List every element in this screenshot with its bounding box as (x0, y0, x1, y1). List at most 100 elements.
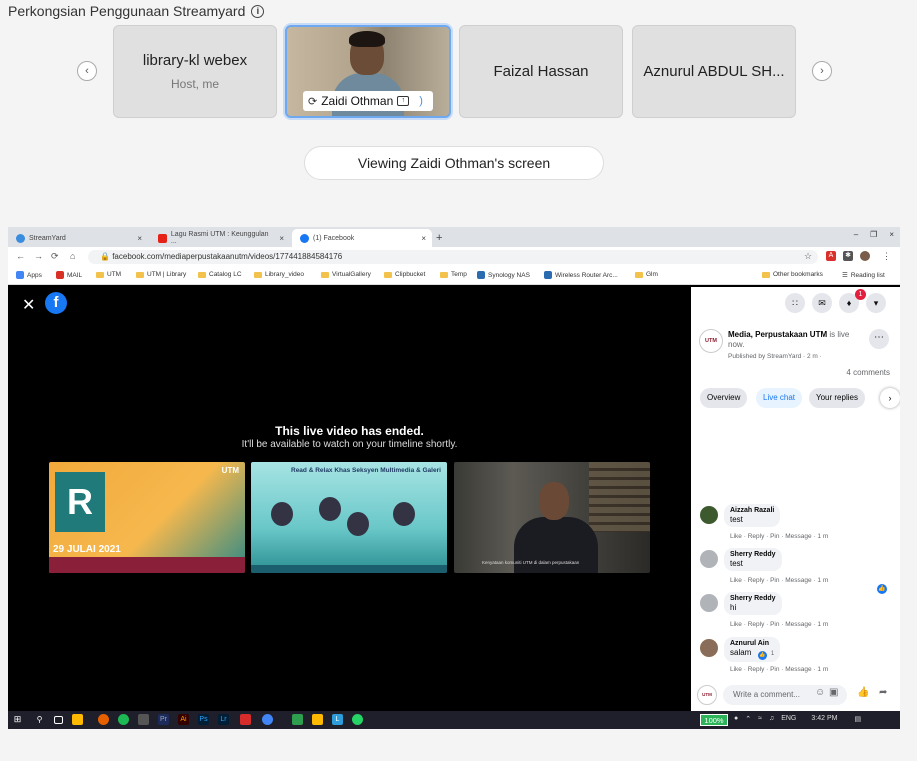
clock[interactable]: 3:42 PM (811, 715, 837, 723)
comment-actions[interactable]: Like · Reply · Pin · Message · 1 m (730, 621, 828, 628)
close-icon[interactable]: × (421, 234, 426, 243)
tab-your-replies[interactable]: Your replies (809, 388, 865, 408)
thumbnail-date: 29 JULAI 2021 (53, 544, 121, 555)
bookmark-utm[interactable]: UTM (96, 271, 121, 278)
comment-count[interactable]: 4 comments (846, 368, 890, 377)
profile-avatar[interactable] (860, 251, 870, 261)
video-thumbnail-2[interactable]: Read & Relax Khas Seksyen Multimedia & G… (251, 462, 447, 573)
sticker-icon[interactable]: ▣ (829, 687, 838, 698)
participant-tile-aznurul[interactable]: Aznurul ABDUL SH... (632, 25, 796, 118)
video-thumbnail-3[interactable]: Kenyataan komuniti UTM di dalam perpusta… (454, 462, 650, 573)
close-window-icon[interactable]: × (889, 230, 894, 239)
chevron-up-icon[interactable]: ⌃ (745, 715, 751, 723)
like-icon[interactable]: 👍 (857, 687, 869, 698)
comment-author[interactable]: Aizzah Razali (730, 507, 774, 514)
tab-streamyard[interactable]: StreamYard × (8, 229, 148, 247)
avatar[interactable] (700, 550, 718, 568)
premiere-icon[interactable]: Pr (158, 714, 169, 725)
tab-facebook[interactable]: (1) Facebook × (292, 229, 432, 247)
bookmark-other[interactable]: Other bookmarks (762, 271, 823, 278)
emoji-icon[interactable]: ☺ (815, 687, 825, 698)
chrome-icon[interactable] (262, 714, 273, 725)
lightroom-icon[interactable]: Lr (218, 714, 229, 725)
close-icon[interactable]: × (279, 234, 284, 243)
bookmark-clipbucket[interactable]: Clipbucket (384, 271, 425, 278)
volume-icon[interactable]: ♫ (769, 715, 774, 723)
tab-overview[interactable]: Overview (700, 388, 748, 408)
participant-tile-faizal[interactable]: Faizal Hassan (459, 25, 623, 118)
spotify-icon[interactable] (118, 714, 129, 725)
comment-actions[interactable]: Like · Reply · Pin · Message · 1 m (730, 577, 828, 584)
bookmark-utm-library[interactable]: UTM | Library (136, 271, 186, 278)
avatar[interactable] (700, 506, 718, 524)
star-icon[interactable]: ☆ (804, 251, 812, 262)
page-avatar[interactable]: UTM (699, 329, 723, 353)
avatar[interactable] (700, 594, 718, 612)
bookmark-apps[interactable]: Apps (16, 271, 42, 279)
bookmark-glm[interactable]: Glm (635, 271, 658, 278)
minimize-icon[interactable]: – (854, 230, 858, 239)
bookmark-synology[interactable]: Synology NAS (477, 271, 530, 279)
bookmark-wireless-router[interactable]: Wireless Router Arc... (544, 271, 618, 279)
whatsapp-icon[interactable] (352, 714, 363, 725)
more-options-icon[interactable]: ⋯ (869, 329, 889, 349)
participant-tile-host[interactable]: library-kl webex Host, me (113, 25, 277, 118)
address-bar[interactable]: 🔒 facebook.com/mediaperpustakaanutm/vide… (88, 250, 818, 264)
bookmark-virtualgallery[interactable]: VirtualGallery (321, 271, 371, 278)
like-icon[interactable]: 👍 (877, 584, 887, 594)
menu-grid-icon[interactable]: ∷ (785, 293, 805, 313)
menu-dots-icon[interactable]: ⋮ (882, 251, 891, 262)
bookmark-reading-list[interactable]: ☰ Reading list (842, 271, 885, 280)
windows-start-icon[interactable]: ⊞ (12, 714, 23, 725)
share-icon[interactable]: ➦ (879, 687, 887, 698)
video-thumbnail-1[interactable]: R UTM 29 JULAI 2021 (49, 462, 245, 573)
home-icon[interactable]: ⌂ (70, 251, 75, 261)
photoshop-icon[interactable]: Ps (198, 714, 209, 725)
app-l-icon[interactable]: L (332, 714, 343, 725)
close-icon[interactable]: × (137, 234, 142, 243)
zoom-level[interactable]: 100% (700, 714, 728, 726)
extensions-icon[interactable]: ✱ (843, 251, 853, 261)
firefox-icon[interactable] (98, 714, 109, 725)
reload-icon[interactable]: ⟳ (51, 251, 59, 262)
mic-icon[interactable]: ● (734, 715, 738, 723)
bookmark-library-video[interactable]: Library_video (254, 271, 304, 278)
back-icon[interactable]: ← (16, 251, 25, 261)
chevron-left-icon[interactable]: ‹ (77, 61, 97, 81)
new-tab-button[interactable]: + (434, 229, 450, 247)
comment-author[interactable]: Aznurul Ain (730, 640, 774, 647)
account-dropdown-icon[interactable]: ▾ (866, 293, 886, 313)
maximize-icon[interactable]: ❐ (870, 230, 877, 239)
comment-actions[interactable]: Like · Reply · Pin · Message · 1 m (730, 533, 828, 540)
comment-author[interactable]: Sherry Reddy (730, 551, 776, 558)
pdf-extension-icon[interactable]: A (826, 251, 836, 261)
task-view-icon[interactable] (54, 716, 63, 724)
bookmark-mail[interactable]: MAIL (56, 271, 82, 279)
tab-live-chat[interactable]: Live chat (756, 388, 803, 408)
media-icon[interactable] (240, 714, 251, 725)
info-icon[interactable]: i (251, 4, 265, 18)
comment-actions[interactable]: Like · Reply · Pin · Message · 1 m (730, 666, 828, 673)
language-indicator[interactable]: ENG (781, 715, 796, 723)
close-icon[interactable]: ✕ (22, 295, 35, 315)
excel-icon[interactable] (292, 714, 303, 725)
action-center-icon[interactable]: ▤ (854, 715, 861, 723)
search-icon[interactable]: ⚲ (34, 714, 45, 725)
messenger-icon[interactable]: ✉ (812, 293, 832, 313)
tab-youtube[interactable]: Lagu Rasmi UTM : Keunggulan ... × (150, 229, 290, 247)
wifi-icon[interactable]: ≈ (758, 715, 762, 723)
chevron-right-icon[interactable]: › (880, 388, 900, 408)
bookmark-catalog-lc[interactable]: Catalog LC (198, 271, 242, 278)
post-author[interactable]: Media, Perpustakaan UTM (728, 330, 827, 339)
app-icon[interactable] (138, 714, 149, 725)
comment-author[interactable]: Sherry Reddy (730, 595, 776, 602)
file-explorer-icon[interactable] (72, 714, 83, 725)
forward-icon[interactable]: → (34, 251, 43, 261)
folder-icon[interactable] (312, 714, 323, 725)
bookmark-temp[interactable]: Temp (440, 271, 467, 278)
illustrator-icon[interactable]: Ai (178, 714, 189, 725)
chevron-right-icon[interactable]: › (812, 61, 832, 81)
avatar[interactable] (700, 639, 718, 657)
participant-tile-zaidi[interactable]: ⟳ Zaidi Othman ↑ ) (285, 25, 451, 118)
facebook-logo-icon[interactable]: f (45, 292, 67, 314)
